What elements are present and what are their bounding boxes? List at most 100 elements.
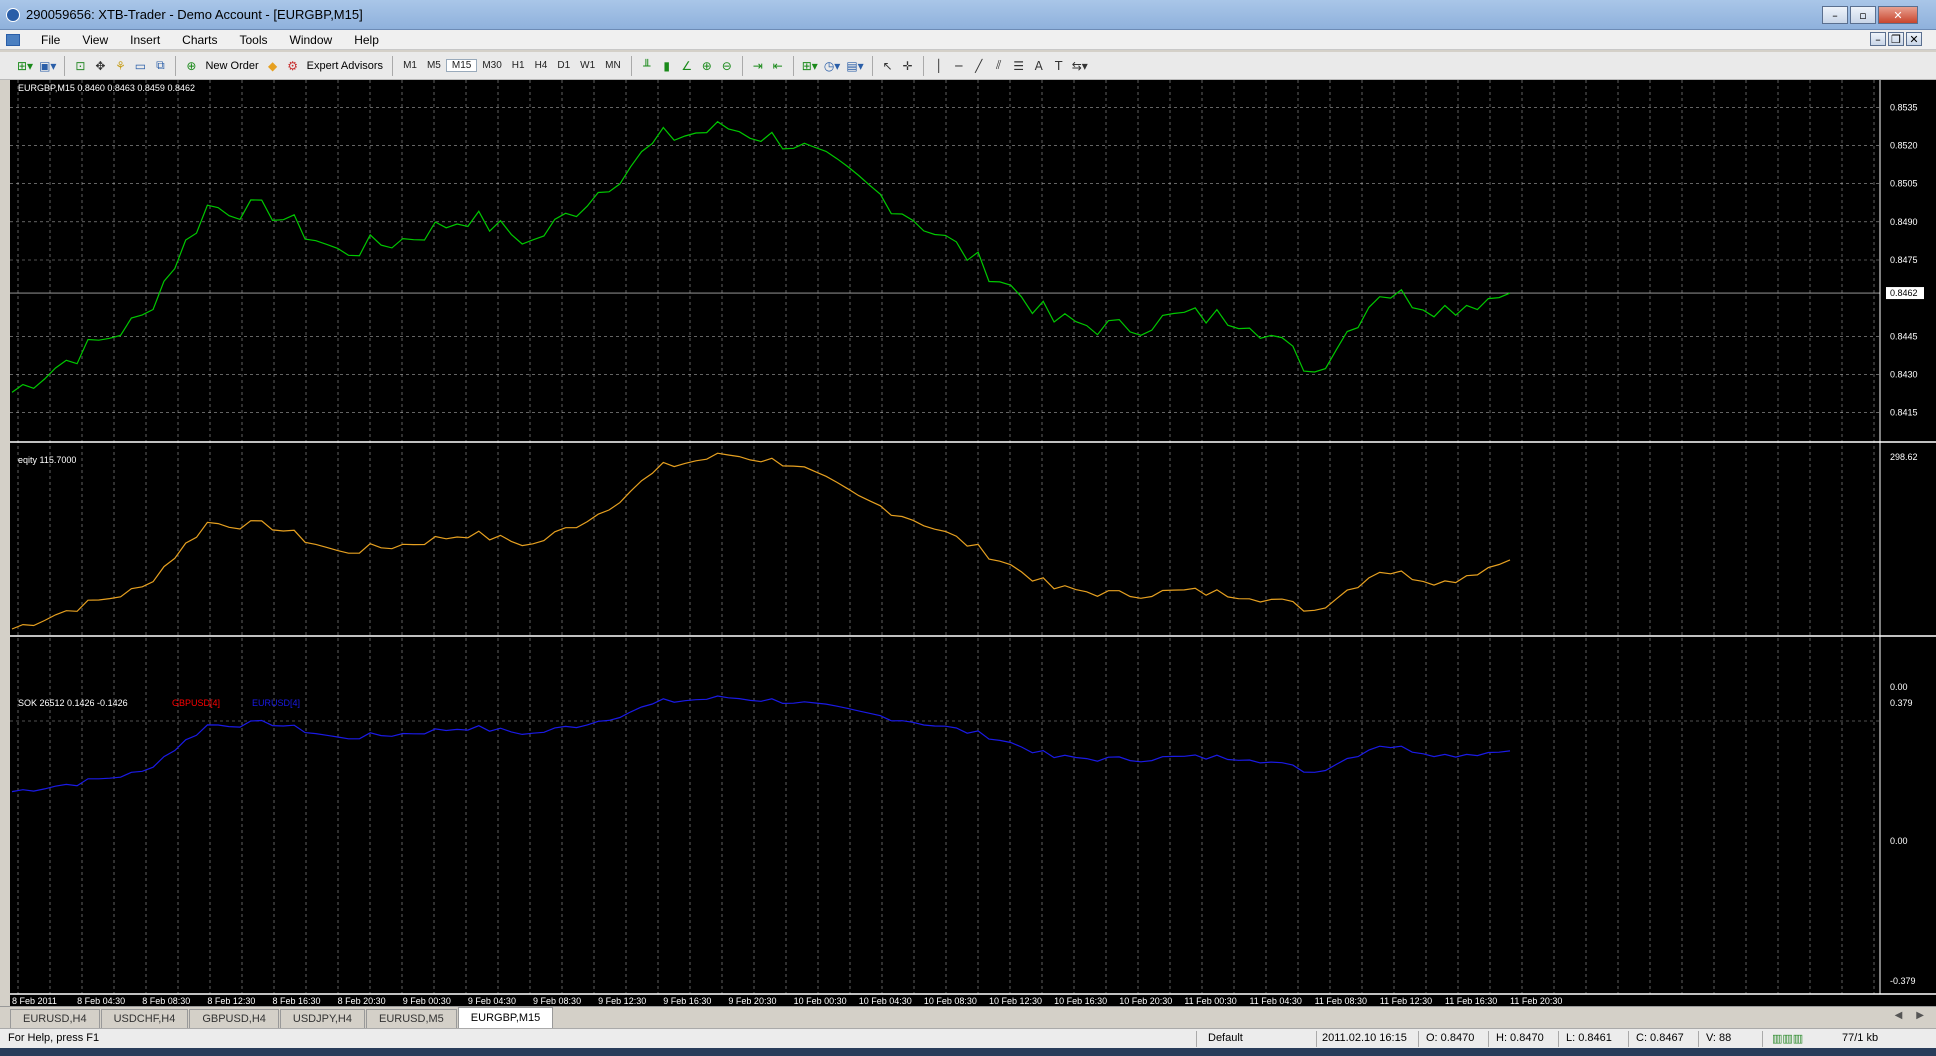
time-tick-label: 8 Feb 08:30 (142, 996, 190, 1006)
child-minimize-icon[interactable]: – (1870, 32, 1886, 46)
child-restore-icon[interactable]: ❐ (1888, 32, 1904, 46)
text-icon[interactable]: A (1029, 55, 1049, 77)
time-tick-label: 10 Feb 16:30 (1054, 996, 1107, 1006)
fibonacci-icon[interactable]: ☰ (1009, 55, 1029, 77)
time-tick-label: 8 Feb 12:30 (207, 996, 255, 1006)
menu-insert[interactable]: Insert (119, 33, 171, 47)
periods-icon[interactable]: ◷▾ (821, 55, 844, 77)
divider (1418, 1031, 1419, 1047)
tab-usdchf-h4[interactable]: USDCHF,H4 (100, 1009, 189, 1028)
chart-canvas[interactable]: 0.8535 0.8520 0.8505 0.8490 0.8475 0.8445 0.84… (10, 80, 1936, 1006)
data-window-icon[interactable]: ✥ (90, 55, 110, 77)
status-volume: V: 88 (1706, 1032, 1732, 1044)
separator (64, 55, 66, 76)
price-tick-label: 0.8415 (1890, 408, 1918, 418)
separator (922, 55, 924, 76)
chart-window[interactable]: 0.8535 0.8520 0.8505 0.8490 0.8475 0.8445 0.84… (10, 80, 1936, 1006)
templates-icon[interactable]: ▤▾ (843, 55, 866, 77)
timeframe-m5[interactable]: M5 (422, 60, 446, 71)
time-tick-label: 11 Feb 16:30 (1445, 996, 1497, 1006)
timeframe-m30[interactable]: M30 (477, 60, 506, 71)
sok-label: SOK 26512 0.1426 -0.1426 (18, 698, 128, 708)
time-tick-label: 10 Feb 12:30 (989, 996, 1042, 1006)
timeframe-d1[interactable]: D1 (552, 60, 575, 71)
horizontal-line-icon[interactable]: ─ (949, 55, 969, 77)
sok-bottom-label: -0.379 (1890, 976, 1916, 986)
cursor-icon[interactable]: ↖ (878, 55, 898, 77)
time-tick-label: 11 Feb 04:30 (1249, 996, 1301, 1006)
indicators-icon[interactable]: ⊞▾ (799, 55, 821, 77)
equity-top-label: 298.62 (1890, 452, 1918, 462)
time-tick-label: 11 Feb 12:30 (1380, 996, 1432, 1006)
line-chart-icon[interactable]: ∠ (677, 55, 697, 77)
menu-charts[interactable]: Charts (171, 33, 228, 47)
connection-icon: ▥▥▥ (1772, 1032, 1804, 1045)
minimize-icon[interactable]: – (1822, 6, 1848, 24)
menu-tools[interactable]: Tools (229, 33, 279, 47)
profiles-icon[interactable]: ▣▾ (36, 55, 59, 77)
tab-gbpusd-h4[interactable]: GBPUSD,H4 (189, 1009, 279, 1028)
status-high: H: 0.8470 (1496, 1032, 1544, 1044)
divider (1316, 1031, 1317, 1047)
close-icon[interactable]: ✕ (1878, 6, 1918, 24)
menu-help[interactable]: Help (343, 33, 390, 47)
vertical-line-icon[interactable]: │ (929, 55, 949, 77)
status-help: For Help, press F1 (8, 1032, 100, 1044)
price-tick-label: 0.8475 (1890, 255, 1918, 265)
new-order-button[interactable]: New Order (201, 60, 262, 72)
divider (1488, 1031, 1489, 1047)
timeframe-m15[interactable]: M15 (445, 59, 478, 72)
tab-scroll-right-icon[interactable]: ▶ (1916, 1010, 1924, 1021)
tab-eurusd-m5[interactable]: EURUSD,M5 (366, 1009, 457, 1028)
divider (1628, 1031, 1629, 1047)
strategy-tester-icon[interactable]: ⧉ (150, 55, 170, 77)
time-tick-label: 11 Feb 00:30 (1184, 996, 1236, 1006)
document-icon[interactable] (6, 33, 20, 46)
menu-window[interactable]: Window (279, 33, 344, 47)
bar-chart-icon[interactable]: ╨ (637, 55, 657, 77)
crosshair-icon[interactable]: ✛ (898, 55, 918, 77)
tab-scroll-left-icon[interactable]: ◀ (1895, 1010, 1903, 1021)
equidistant-channel-icon[interactable]: ⫽ (989, 55, 1009, 77)
expert-advisors-button[interactable]: Expert Advisors (303, 60, 387, 72)
tab-eurusd-h4[interactable]: EURUSD,H4 (10, 1009, 100, 1028)
navigator-icon[interactable]: ⚘ (110, 55, 130, 77)
time-axis: 8 Feb 2011 8 Feb 04:30 8 Feb 08:30 8 Feb 12… (12, 996, 1562, 1006)
trendline-icon[interactable]: ╱ (969, 55, 989, 77)
candlestick-icon[interactable]: ▮ (657, 55, 677, 77)
market-watch-icon[interactable]: ⊡ (70, 55, 90, 77)
toolbar: ⊞▾ ▣▾ ⊡ ✥ ⚘ ▭ ⧉ ⊕ New Order ◆ ⚙ Expert A… (0, 52, 1936, 80)
tab-eurgbp-m15[interactable]: EURGBP,M15 (457, 1007, 554, 1028)
new-chart-icon[interactable]: ⊞▾ (14, 55, 36, 77)
timeframe-m1[interactable]: M1 (398, 60, 422, 71)
text-label-icon[interactable]: T (1049, 55, 1069, 77)
divider (1196, 1031, 1197, 1047)
menu-view[interactable]: View (71, 33, 119, 47)
auto-scroll-icon[interactable]: ⇥ (748, 55, 768, 77)
pane-separators (10, 80, 1936, 995)
zoom-in-icon[interactable]: ⊕ (697, 55, 717, 77)
window-controls: – ▫ ✕ (1822, 6, 1918, 24)
new-order-icon[interactable]: ⊕ (181, 55, 201, 77)
metaeditor-icon[interactable]: ◆ (263, 55, 283, 77)
price-tick-label: 0.8490 (1890, 217, 1918, 227)
tab-usdjpy-h4[interactable]: USDJPY,H4 (279, 1009, 365, 1028)
terminal-icon[interactable]: ▭ (130, 55, 150, 77)
timeframe-h4[interactable]: H4 (530, 60, 553, 71)
chart-shift-icon[interactable]: ⇤ (768, 55, 788, 77)
expert-advisors-icon[interactable]: ⚙ (283, 55, 303, 77)
sok-zero-label: 0.00 (1890, 836, 1908, 846)
time-tick-label: 9 Feb 08:30 (533, 996, 581, 1006)
timeframe-w1[interactable]: W1 (575, 60, 600, 71)
child-close-icon[interactable]: ✕ (1906, 32, 1922, 46)
time-tick-label: 10 Feb 00:30 (794, 996, 847, 1006)
app-icon (6, 7, 20, 22)
arrows-icon[interactable]: ⇆▾ (1069, 55, 1091, 77)
zoom-out-icon[interactable]: ⊖ (717, 55, 737, 77)
menu-file[interactable]: File (30, 33, 71, 47)
timeframe-h1[interactable]: H1 (507, 60, 530, 71)
timeframe-mn[interactable]: MN (600, 60, 626, 71)
time-tick-label: 8 Feb 20:30 (338, 996, 386, 1006)
maximize-icon[interactable]: ▫ (1850, 6, 1876, 24)
time-tick-label: 11 Feb 20:30 (1510, 996, 1562, 1006)
